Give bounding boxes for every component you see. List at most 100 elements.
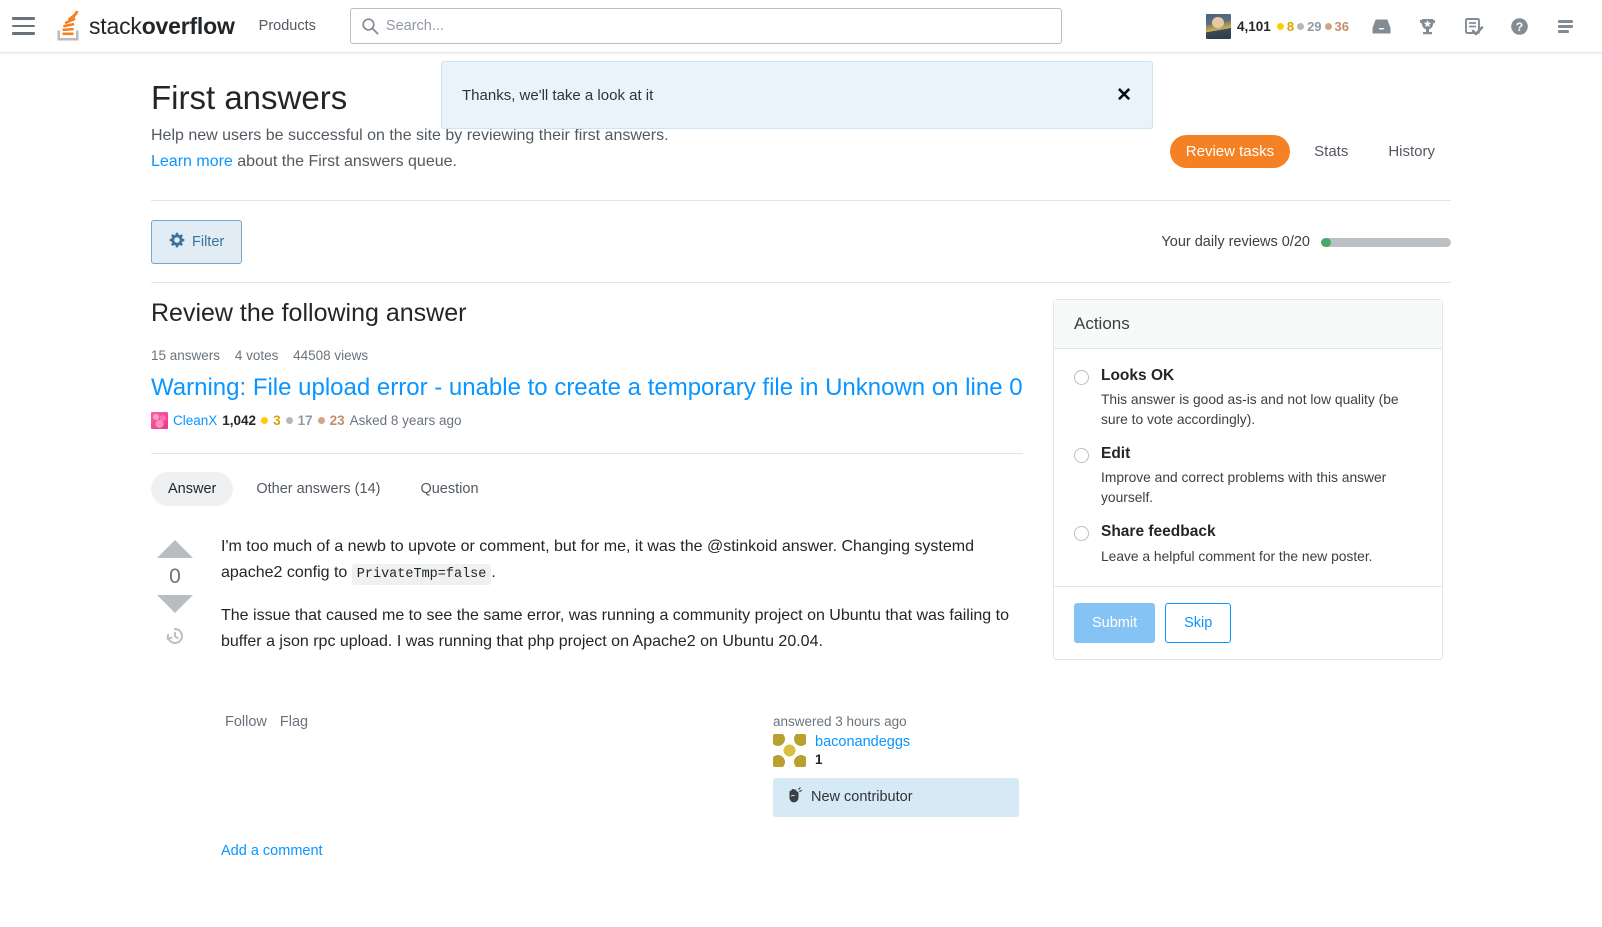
answerer-meta: baconandeggs 1 [815,734,910,767]
vote-count: 0 [169,565,181,589]
action-option-share-feedback[interactable]: Share feedback Leave a helpful comment f… [1074,522,1422,566]
tab-history[interactable]: History [1372,135,1451,168]
action-option-text: Looks OK This answer is good as-is and n… [1101,366,1422,430]
answered-timestamp: answered 3 hours ago [773,713,907,729]
top-navigation-bar: stackoverflow Products 4,101 8 29 36 [0,0,1602,53]
user-reputation: 4,101 [1237,18,1271,34]
answerer-name-link[interactable]: baconandeggs [815,734,910,750]
learn-more-link[interactable]: Learn more [151,153,233,170]
action-title-looks-ok: Looks OK [1101,367,1175,385]
filter-button[interactable]: Filter [151,220,243,265]
asked-timestamp: Asked 8 years ago [349,413,462,429]
answer-content: I'm too much of a newb to upvote or comm… [221,534,1023,860]
tab-other-answers[interactable]: Other answers (14) [239,472,397,506]
user-profile-link[interactable]: 4,101 8 29 36 [1197,0,1358,53]
actions-options-list: Looks OK This answer is good as-is and n… [1054,349,1442,585]
review-heading: Review the following answer [151,299,467,328]
action-option-edit[interactable]: Edit Improve and correct problems with t… [1074,444,1422,508]
asker-gold-badge-icon [261,417,269,425]
bronze-badge-count: 36 [1334,18,1349,34]
tab-review-tasks[interactable]: Review tasks [1169,135,1291,168]
logo-word-stack: stack [89,12,142,39]
nav-products-link[interactable]: Products [243,0,332,53]
answer-p1-text-after: . [491,563,496,581]
asker-bronze-count: 23 [329,413,345,429]
add-comment-link[interactable]: Add a comment [221,843,323,859]
upvote-arrow-icon[interactable] [157,540,193,559]
queue-tabs: Review tasks Stats History [1169,135,1451,168]
top-nav-right-group: 4,101 8 29 36 ? [1197,0,1602,53]
stackoverflow-logo[interactable]: stackoverflow [46,0,243,53]
answer-p1-text-before: I'm too much of a newb to upvote or comm… [221,538,974,581]
asker-gold-count: 3 [273,413,281,429]
vote-controls: 0 [151,534,199,860]
tab-stats[interactable]: Stats [1298,135,1364,168]
radio-looks-ok[interactable] [1074,370,1089,386]
asker-name-link[interactable]: CleanX [173,413,217,428]
asker-bronze-badge-icon [317,417,325,425]
action-desc-looks-ok: This answer is good as-is and not low qu… [1101,392,1399,428]
votes-count: 4 votes [234,348,279,364]
question-byline: CleanX 1,042 3 17 23 Asked 8 years ago [151,412,1023,430]
question-title-link[interactable]: Warning: File upload error - unable to c… [151,372,1023,404]
submit-button[interactable]: Submit [1074,602,1156,643]
daily-reviews-meter: Your daily reviews 0/20 [1161,234,1451,250]
flag-button[interactable]: Flag [280,714,308,730]
answer-footer: Follow Flag answered 3 hours ago baconan… [221,672,1023,817]
answerer-avatar[interactable] [773,733,806,767]
notification-toast: Thanks, we'll take a look at it ✕ [441,61,1153,129]
content-container: First answers Help new users be successf… [151,53,1451,860]
action-desc-edit: Improve and correct problems with this a… [1101,470,1387,506]
trophy-icon[interactable] [1404,0,1450,53]
silver-badge-icon [1297,22,1305,30]
close-icon[interactable]: ✕ [1116,86,1132,105]
bronze-badge-icon [1324,22,1332,30]
actions-column: Actions Looks OK This answer is good as-… [1053,299,1443,660]
actions-panel-heading: Actions [1054,300,1442,350]
asker-reputation: 1,042 [222,413,257,429]
new-contributor-badge: New contributor [773,777,1019,817]
avatar [1206,13,1232,39]
action-option-text: Share feedback Leave a helpful comment f… [1101,522,1373,566]
follow-button[interactable]: Follow [225,714,267,730]
search-input[interactable] [349,8,1062,44]
stack-menu-icon[interactable] [1542,0,1588,53]
asker-silver-count: 17 [297,413,313,429]
filter-button-label: Filter [192,234,225,251]
action-option-text: Edit Improve and correct problems with t… [1101,444,1422,508]
hamburger-menu-icon[interactable] [0,0,46,53]
user-badges: 8 29 36 [1276,18,1349,34]
progress-indicator [1321,237,1331,247]
page-body: First answers Help new users be successf… [0,53,1602,860]
gear-icon [169,232,185,252]
answer-row: 0 I'm too much of a newb to upvote or co… [151,524,1023,860]
help-icon[interactable]: ? [1496,0,1542,53]
views-count: 44508 views [293,348,369,364]
radio-edit[interactable] [1074,448,1089,464]
filter-bar: Filter Your daily reviews 0/20 [151,201,1451,282]
gold-badge-count: 8 [1286,18,1295,34]
action-option-looks-ok[interactable]: Looks OK This answer is good as-is and n… [1074,366,1422,430]
question-stats: 15 answers 4 votes 44508 views [151,348,1023,363]
action-desc-share-feedback: Leave a helpful comment for the new post… [1101,548,1373,564]
logo-wordmark: stackoverflow [89,13,235,40]
inline-code-snippet: PrivateTmp=false [351,563,492,585]
inbox-icon[interactable] [1358,0,1404,53]
answerer-reputation: 1 [815,751,823,767]
main-grid: Review the following answer 15 answers 4… [151,283,1451,860]
answerer-identity: baconandeggs 1 [773,733,1023,767]
actions-panel: Actions Looks OK This answer is good as-… [1053,299,1443,660]
learn-more-suffix: about the First answers queue. [232,152,457,170]
post-history-icon[interactable] [164,625,186,652]
stackoverflow-logo-icon [56,7,82,41]
answerer-card: answered 3 hours ago baconandeggs 1 New … [773,714,1023,817]
tab-question[interactable]: Question [403,472,495,506]
gold-badge-icon [1276,22,1284,30]
tab-answer[interactable]: Answer [151,472,234,507]
review-queue-icon[interactable] [1450,0,1496,53]
downvote-arrow-icon[interactable] [157,595,193,614]
radio-share-feedback[interactable] [1074,526,1089,542]
answer-tabs: Answer Other answers (14) Question [151,454,1023,524]
answer-paragraph-2: The issue that caused me to see the same… [221,606,1009,650]
skip-button[interactable]: Skip [1165,602,1232,643]
